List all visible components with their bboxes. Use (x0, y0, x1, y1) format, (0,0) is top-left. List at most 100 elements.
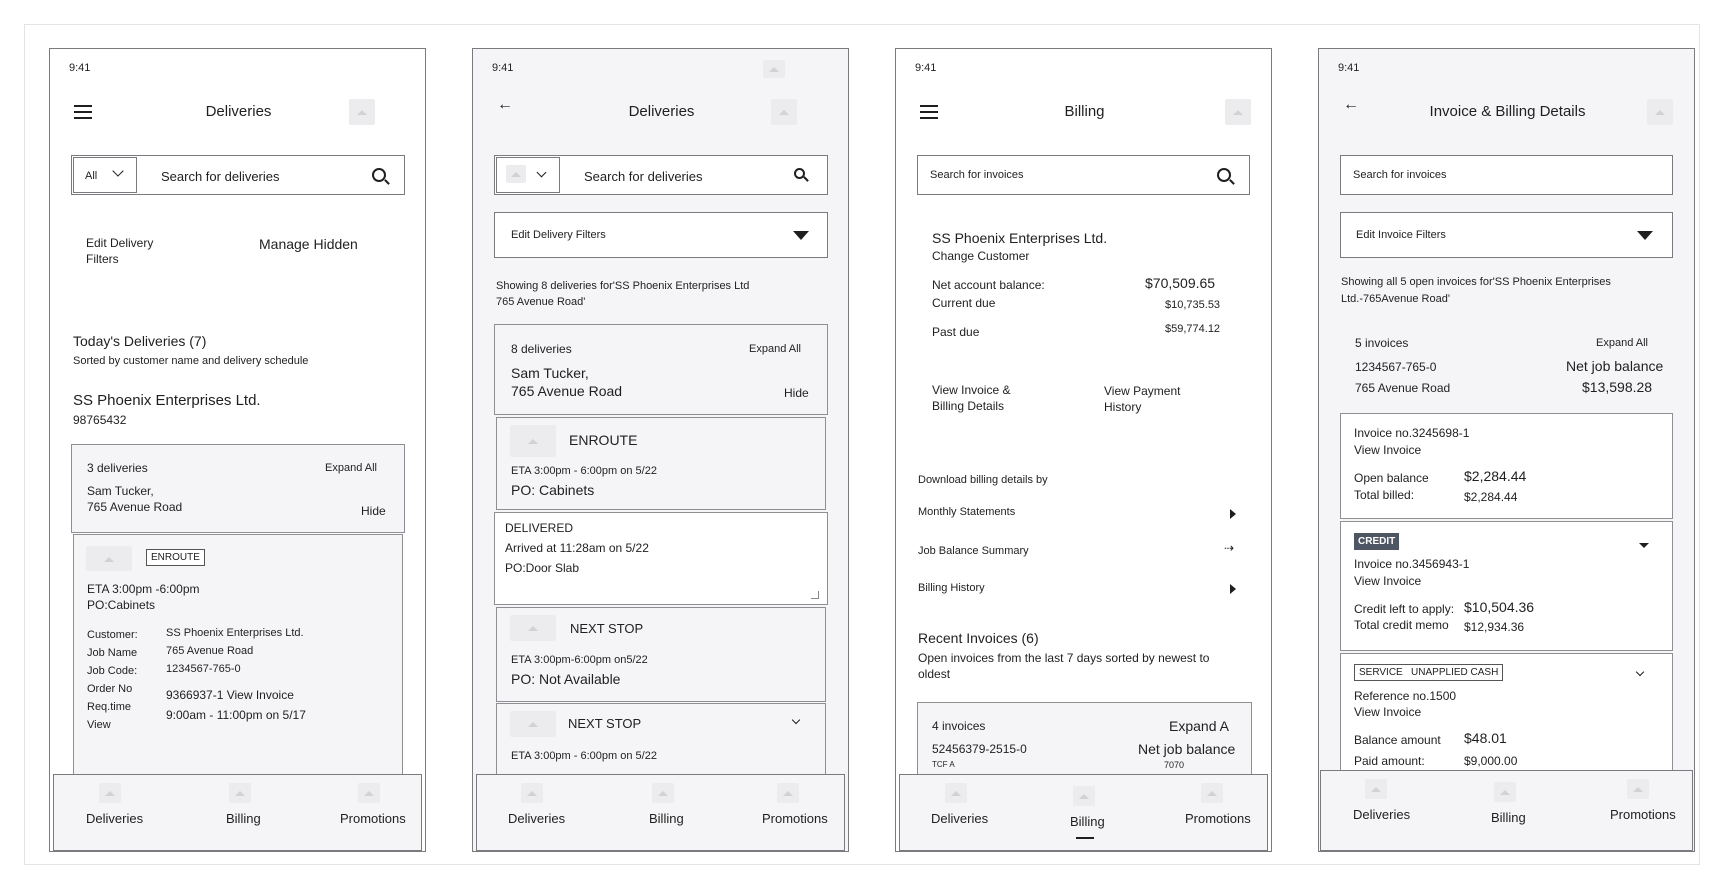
reference-number: Reference no.1500 (1354, 689, 1457, 703)
status-time: 9:41 (69, 62, 91, 74)
service-badge: SERVICE UNAPPLIED CASH (1354, 664, 1504, 681)
nav-deliveries[interactable]: Deliveries (508, 811, 565, 826)
search-icon[interactable] (1217, 168, 1231, 182)
bottom-nav: Deliveries Billing Promotions (53, 774, 422, 851)
truck-image-placeholder (510, 615, 556, 641)
screen-invoice-billing-details: 9:41 ← Invoice & Billing Details Search … (1318, 48, 1695, 852)
active-tab-indicator (1076, 837, 1094, 839)
search-icon[interactable] (794, 168, 805, 179)
view-invoice-link[interactable]: View Invoice (1354, 443, 1421, 457)
invoice-number: Invoice no.3245698-1 (1354, 426, 1470, 440)
search-input[interactable]: Search for invoices (930, 169, 1024, 181)
expand-all-link[interactable]: Expand A (1169, 718, 1229, 734)
expand-all-link[interactable]: Expand All (325, 462, 377, 474)
balance-amount-label: Balance amount (1354, 733, 1441, 747)
caret-right-icon (1230, 584, 1236, 594)
status-time: 9:41 (915, 62, 937, 74)
net-job-balance-label: Net job balance (1138, 741, 1236, 757)
nav-billing[interactable]: Billing (1491, 810, 1526, 825)
recent-invoices-subtitle: Open invoices from the last 7 days sorte… (918, 651, 1210, 681)
deliveries-nav-icon (945, 783, 967, 803)
search-input[interactable]: Search for deliveries (584, 169, 703, 184)
avatar-placeholder[interactable] (1225, 99, 1251, 125)
paid-amount-value: $9,000.00 (1464, 754, 1518, 768)
invoice-number: Invoice no.3456943-1 (1354, 557, 1470, 571)
delivery-eta: ETA 3:00pm - 6:00pm on 5/22 (511, 465, 657, 477)
delivery-job-code: 1234567-765-0 (166, 663, 241, 675)
download-title: Download billing details by (918, 474, 1048, 486)
delivery-arrived: Arrived at 11:28am on 5/22 (505, 541, 649, 555)
nav-deliveries[interactable]: Deliveries (1353, 807, 1410, 822)
nav-billing[interactable]: Billing (226, 811, 261, 826)
net-job-balance-value: $13,598.28 (1582, 379, 1653, 395)
bottom-nav: Deliveries Billing Promotions (476, 774, 845, 851)
net-job-balance-label: Net job balance (1566, 358, 1664, 374)
search-input[interactable]: Search for invoices (1353, 169, 1447, 181)
nav-deliveries[interactable]: Deliveries (931, 811, 988, 826)
search-input[interactable]: Search for deliveries (161, 169, 280, 184)
nav-promotions[interactable]: Promotions (340, 811, 406, 826)
row-text: TCF A (932, 760, 955, 769)
expand-all-link[interactable]: Expand All (749, 343, 801, 355)
view-invoice-billing-link[interactable]: View Invoice & Billing Details (932, 382, 1011, 414)
promotions-nav-icon (1201, 783, 1223, 803)
nav-billing[interactable]: Billing (649, 811, 684, 826)
total-billed-value: $2,284.44 (1464, 490, 1518, 504)
delivery-po: PO:Door Slab (505, 561, 580, 575)
promotions-nav-icon (1627, 779, 1649, 799)
bottom-nav: Deliveries Billing Promotions (1320, 770, 1693, 851)
manage-hidden-link[interactable]: Manage Hidden (259, 236, 358, 252)
arrow-right-icon: ⇢ (1224, 541, 1235, 555)
avatar-placeholder[interactable] (1647, 99, 1673, 125)
expand-all-link[interactable]: Expand All (1596, 337, 1648, 349)
nav-promotions[interactable]: Promotions (762, 811, 828, 826)
view-invoice-link[interactable]: View Invoice (1354, 705, 1421, 719)
credit-left-value: $10,504.36 (1464, 599, 1535, 615)
showing-text: Showing 8 deliveries for'SS Phoenix Ente… (496, 280, 750, 308)
status-label: NEXT STOP (568, 716, 642, 731)
group-count: 8 deliveries (511, 342, 572, 356)
hide-link[interactable]: Hide (361, 504, 386, 518)
status-label: NEXT STOP (570, 621, 644, 636)
filter-icon-placeholder (506, 165, 526, 183)
promotions-nav-icon (777, 783, 799, 803)
deliveries-nav-icon (521, 783, 543, 803)
invoice-count: 4 invoices (932, 719, 986, 733)
avatar-placeholder[interactable] (349, 99, 375, 125)
bottom-nav: Deliveries Billing Promotions (899, 774, 1268, 851)
status-time: 9:41 (492, 62, 514, 74)
monthly-statements-link[interactable]: Monthly Statements (918, 506, 1015, 518)
page-title: Invoice & Billing Details (1429, 103, 1586, 120)
net-balance-label: Net account balance: (932, 278, 1045, 292)
caret-down-icon[interactable] (1639, 543, 1649, 548)
billing-nav-icon (1073, 786, 1095, 806)
avatar-placeholder[interactable] (771, 99, 797, 125)
recent-invoices-title: Recent Invoices (6) (918, 630, 1039, 646)
open-balance-label: Open balance (1354, 471, 1429, 485)
nav-billing[interactable]: Billing (1070, 814, 1105, 829)
nav-promotions[interactable]: Promotions (1610, 807, 1676, 822)
edit-delivery-filters-link[interactable]: Edit Delivery Filters (86, 235, 153, 267)
filter-dropdown[interactable] (73, 157, 137, 193)
screen-deliveries: 9:41 Deliveries All Search for deliverie… (49, 48, 426, 852)
view-invoice-link[interactable]: View Invoice (1354, 574, 1421, 588)
nav-promotions[interactable]: Promotions (1185, 811, 1251, 826)
credit-left-label: Credit left to apply: (1354, 602, 1455, 616)
total-credit-memo-label: Total credit memo (1354, 618, 1449, 632)
billing-history-link[interactable]: Billing History (918, 582, 985, 594)
hide-link[interactable]: Hide (784, 386, 809, 400)
nav-deliveries[interactable]: Deliveries (86, 811, 143, 826)
truck-image-placeholder (510, 425, 556, 457)
job-balance-summary-link[interactable]: Job Balance Summary (918, 545, 1029, 557)
change-customer-link[interactable]: Change Customer (932, 249, 1029, 263)
view-invoice-link[interactable]: 9366937-1 View Invoice (166, 688, 294, 702)
net-balance-value: $70,509.65 (1145, 275, 1216, 291)
view-payment-history-link[interactable]: View Payment History (1104, 383, 1180, 415)
screen-billing: 9:41 Billing Search for invoices SS Phoe… (895, 48, 1272, 852)
filter-dropdown-value: All (85, 170, 98, 182)
resize-handle (811, 591, 819, 599)
promotions-nav-icon (358, 783, 380, 803)
search-icon[interactable] (372, 168, 386, 182)
delivery-po: PO: Cabinets (511, 482, 595, 498)
section-title: Today's Deliveries (7) (73, 333, 207, 349)
